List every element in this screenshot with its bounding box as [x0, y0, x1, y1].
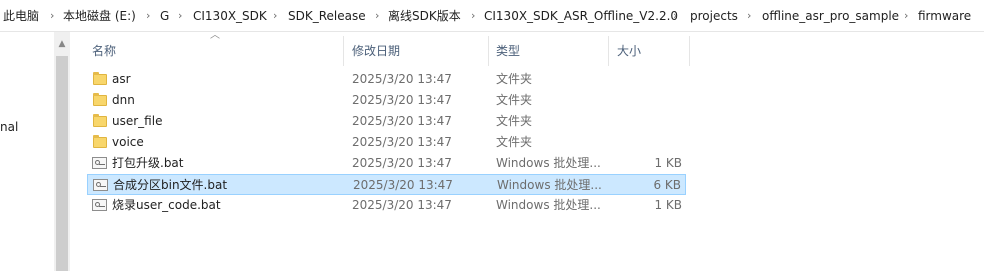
file-row-pack-upgrade-bat[interactable]: 打包升级.bat 2025/3/20 13:47 Windows 批处理... …: [87, 153, 686, 174]
folder-icon: [93, 72, 107, 85]
file-row-burn-user-code-bat[interactable]: 烧录user_code.bat 2025/3/20 13:47 Windows …: [87, 195, 686, 216]
file-size: 1 KB: [654, 156, 682, 170]
file-row-user-file[interactable]: user_file 2025/3/20 13:47 文件夹: [87, 111, 686, 132]
file-type: 文件夹: [496, 114, 533, 128]
column-divider[interactable]: [608, 36, 609, 66]
file-row-voice[interactable]: voice 2025/3/20 13:47 文件夹: [87, 132, 686, 153]
file-date-modified: 2025/3/20 13:47: [352, 72, 452, 86]
breadcrumb-item-sdk-release[interactable]: SDK_Release: [288, 0, 366, 31]
breadcrumb-separator-icon[interactable]: ›: [747, 0, 751, 31]
file-name: 烧录user_code.bat: [112, 198, 221, 212]
file-type: Windows 批处理...: [497, 178, 602, 192]
breadcrumb-separator-icon[interactable]: ›: [146, 0, 150, 31]
breadcrumb-item-offline-sdk-version[interactable]: 离线SDK版本: [388, 0, 461, 31]
column-header-date-modified[interactable]: 修改日期: [352, 40, 400, 62]
column-divider[interactable]: [689, 36, 690, 66]
breadcrumb-item-offline-asr-pro-sample[interactable]: offline_asr_pro_sample: [762, 0, 899, 31]
column-header-name[interactable]: 名称: [92, 40, 116, 62]
breadcrumb-item-g[interactable]: G: [160, 0, 169, 31]
file-row-asr[interactable]: asr 2025/3/20 13:47 文件夹: [87, 69, 686, 90]
column-divider[interactable]: [488, 36, 489, 66]
file-row-dnn[interactable]: dnn 2025/3/20 13:47 文件夹: [87, 90, 686, 111]
nav-scrollbar-thumb[interactable]: [56, 56, 68, 271]
file-name: 打包升级.bat: [112, 156, 184, 170]
file-name: voice: [112, 135, 144, 149]
breadcrumb-separator-icon[interactable]: ›: [471, 0, 475, 31]
column-header-type[interactable]: 类型: [496, 40, 520, 62]
batch-file-icon: [92, 199, 107, 211]
sort-ascending-icon: ︿: [210, 30, 220, 41]
column-divider[interactable]: [343, 36, 344, 66]
batch-file-icon: [93, 179, 108, 191]
file-date-modified: 2025/3/20 13:47: [352, 93, 452, 107]
column-header-size[interactable]: 大小: [617, 40, 641, 62]
breadcrumb-item-ci130x-sdk[interactable]: CI130X_SDK: [193, 0, 267, 31]
file-type: Windows 批处理...: [496, 198, 601, 212]
breadcrumb-separator-icon[interactable]: ›: [673, 0, 677, 31]
folder-icon: [93, 135, 107, 148]
batch-file-icon: [92, 157, 107, 169]
file-name: 合成分区bin文件.bat: [113, 178, 228, 192]
breadcrumb-separator-icon[interactable]: ›: [375, 0, 379, 31]
breadcrumb-item-firmware[interactable]: firmware: [918, 0, 971, 31]
file-name: asr: [112, 72, 131, 86]
file-type: 文件夹: [496, 93, 533, 107]
scroll-up-arrow-icon[interactable]: ▲: [54, 36, 70, 52]
file-date-modified: 2025/3/20 13:47: [353, 178, 453, 192]
file-date-modified: 2025/3/20 13:47: [352, 156, 452, 170]
file-size: 6 KB: [653, 178, 681, 192]
file-size: 1 KB: [654, 198, 682, 212]
file-date-modified: 2025/3/20 13:47: [352, 135, 452, 149]
file-type: Windows 批处理...: [496, 156, 601, 170]
breadcrumb-separator-icon[interactable]: ›: [273, 0, 277, 31]
breadcrumb-item-asr-offline[interactable]: CI130X_SDK_ASR_Offline_V2.2.0: [484, 0, 678, 31]
breadcrumb-separator-icon[interactable]: ›: [50, 0, 54, 31]
file-date-modified: 2025/3/20 13:47: [352, 114, 452, 128]
file-type: 文件夹: [496, 135, 533, 149]
nav-item-partial[interactable]: nal: [0, 119, 18, 135]
breadcrumb-separator-icon[interactable]: ›: [178, 0, 182, 31]
folder-icon: [93, 114, 107, 127]
breadcrumb-item-drive-e[interactable]: 本地磁盘 (E:): [63, 0, 136, 31]
breadcrumb-separator-icon[interactable]: ›: [904, 0, 908, 31]
breadcrumb-item-projects[interactable]: projects: [690, 0, 738, 31]
file-date-modified: 2025/3/20 13:47: [352, 198, 452, 212]
folder-icon: [93, 93, 107, 106]
file-type: 文件夹: [496, 72, 533, 86]
file-name: dnn: [112, 93, 135, 107]
breadcrumb: 此电脑 › 本地磁盘 (E:) › G › CI130X_SDK › SDK_R…: [0, 0, 984, 32]
file-row-merge-partition-bat[interactable]: 合成分区bin文件.bat 2025/3/20 13:47 Windows 批处…: [87, 174, 686, 195]
breadcrumb-item-this-pc[interactable]: 此电脑: [3, 0, 39, 31]
file-name: user_file: [112, 114, 163, 128]
